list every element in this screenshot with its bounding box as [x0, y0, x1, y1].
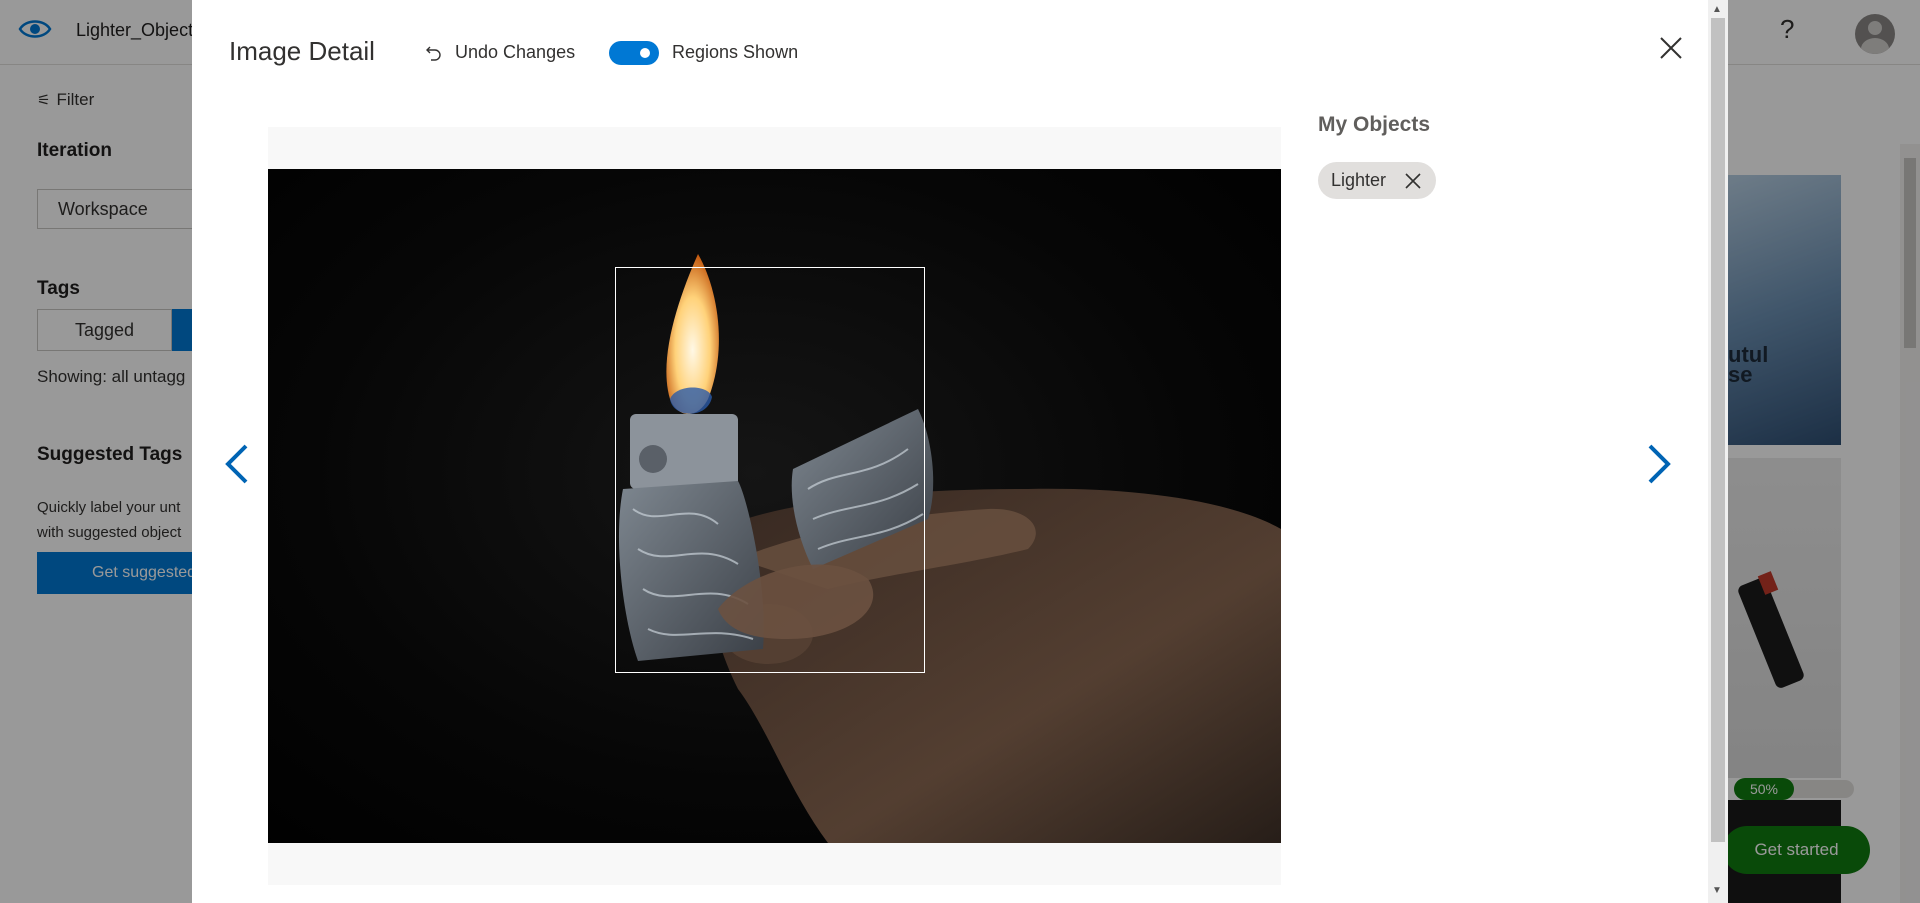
close-icon[interactable]	[1404, 172, 1422, 190]
image-detail-dialog: Image Detail Undo Changes Regions Shown	[192, 0, 1728, 903]
undo-icon	[426, 46, 441, 61]
region-bounding-box[interactable]	[615, 267, 925, 673]
scroll-down-icon[interactable]: ▼	[1712, 885, 1722, 896]
chevron-left-icon[interactable]	[222, 442, 252, 486]
dialog-scrollbar[interactable]: ▲ ▼	[1708, 0, 1728, 903]
object-tag-label: Lighter	[1331, 170, 1387, 190]
undo-label: Undo Changes	[455, 42, 576, 62]
undo-changes-button[interactable]: Undo Changes	[425, 42, 575, 63]
regions-toggle-label: Regions Shown	[672, 42, 799, 62]
scrollbar-thumb[interactable]	[1711, 18, 1725, 842]
detail-image[interactable]	[268, 169, 1281, 843]
dialog-title: Image Detail	[229, 36, 375, 66]
scroll-up-icon[interactable]: ▲	[1712, 4, 1722, 15]
chevron-right-icon[interactable]	[1644, 442, 1674, 486]
object-tag-chip[interactable]: Lighter	[1318, 162, 1437, 199]
close-icon[interactable]	[1658, 35, 1684, 61]
my-objects-title: My Objects	[1318, 113, 1431, 136]
regions-toggle[interactable]	[609, 41, 659, 65]
